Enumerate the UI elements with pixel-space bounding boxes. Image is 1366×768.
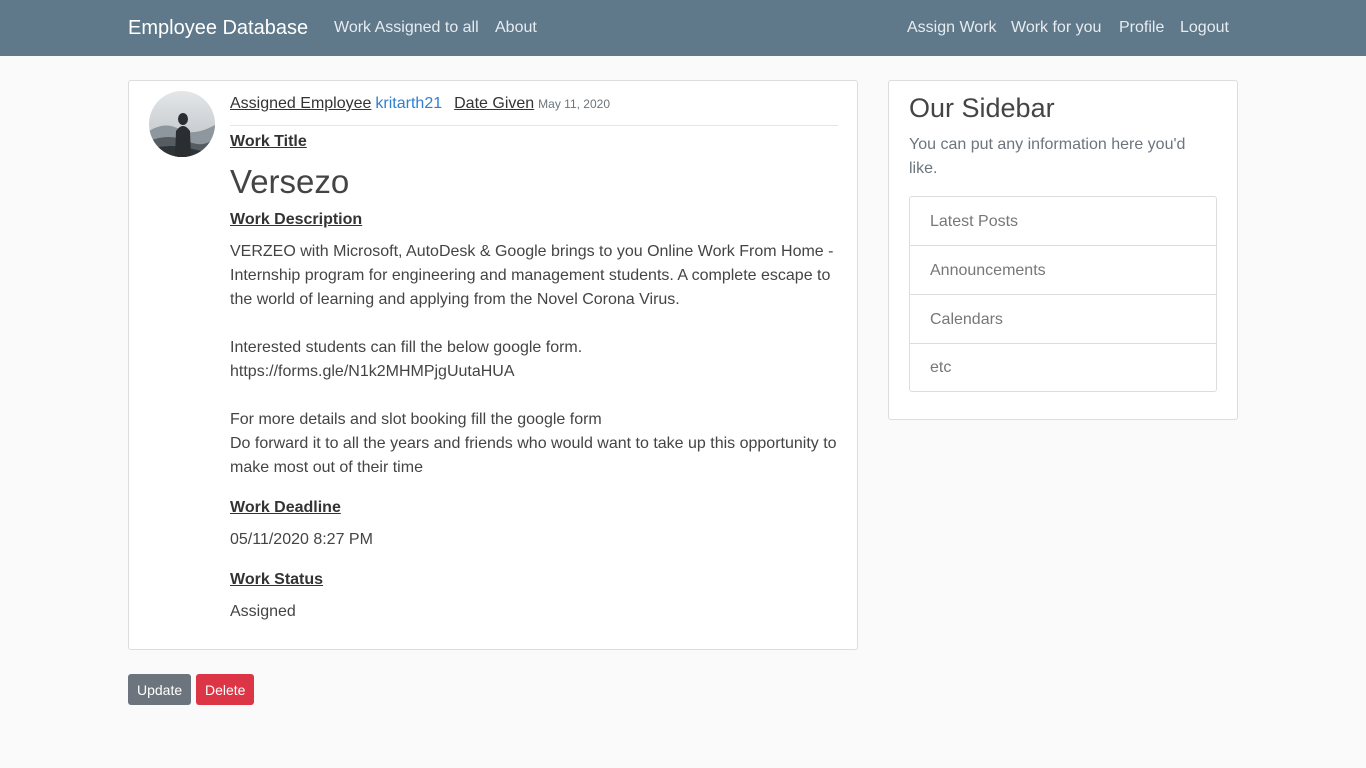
work-title-label: Work Title (230, 133, 307, 150)
work-description-label: Work Description (230, 211, 363, 228)
brand-link[interactable]: Employee Database (128, 17, 308, 40)
work-title: Versezo (230, 163, 350, 200)
sidebar-title: Our Sidebar (909, 93, 1055, 123)
sidebar-list: Latest Posts Announcements Calendars etc (909, 196, 1217, 392)
work-deadline: 05/11/2020 8:27 PM (230, 531, 373, 548)
avatar (149, 91, 215, 157)
delete-button[interactable]: Delete (196, 674, 254, 705)
nav-profile[interactable]: Profile (1119, 19, 1164, 37)
sidebar-item-calendars[interactable]: Calendars (910, 295, 1216, 344)
sidebar-item-latest-posts[interactable]: Latest Posts (910, 197, 1216, 246)
sidebar-lead: You can put any information here you'd l… (909, 136, 1186, 177)
assigned-employee-label: Assigned Employee (230, 95, 372, 112)
sidebar-item-etc[interactable]: etc (910, 344, 1216, 391)
sidebar-item-announcements[interactable]: Announcements (910, 246, 1216, 295)
nav-work-assigned-to-all[interactable]: Work Assigned to all (334, 19, 479, 37)
work-status-label: Work Status (230, 571, 324, 588)
work-status: Assigned (230, 603, 296, 620)
post-meta: Assigned Employee kritarth21 Date Given May… (230, 95, 838, 126)
work-post-card: Assigned Employee kritarth21 Date Given May… (128, 80, 858, 650)
nav-about[interactable]: About (495, 19, 537, 37)
sidebar: Our Sidebar You can put any information … (888, 80, 1238, 420)
nav-work-for-you[interactable]: Work for you (1011, 19, 1101, 37)
date-given-label: Date Given (454, 95, 535, 112)
post-date: May 11, 2020 (538, 97, 610, 111)
work-description: VERZEO with Microsoft, AutoDesk & Google… (230, 243, 837, 476)
update-button[interactable]: Update (128, 674, 191, 705)
nav-assign-work[interactable]: Assign Work (907, 19, 997, 37)
author-link[interactable]: kritarth21 (375, 95, 442, 112)
top-navbar: Employee Database Work Assigned to all A… (0, 0, 1366, 56)
work-deadline-label: Work Deadline (230, 499, 341, 516)
nav-logout[interactable]: Logout (1180, 19, 1229, 37)
